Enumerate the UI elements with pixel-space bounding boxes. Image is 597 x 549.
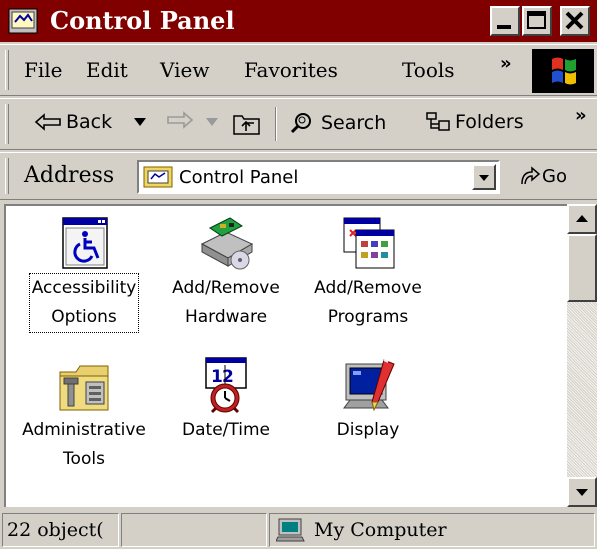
address-bar-grip[interactable] [5, 158, 9, 194]
address-bar: Address Control Panel Go [0, 152, 597, 200]
scroll-down-button[interactable] [567, 477, 597, 507]
menu-edit[interactable]: Edit [86, 58, 128, 82]
item-label: Accessibility Options [28, 273, 140, 333]
item-add-remove-hardware[interactable]: Add/Remove Hardware [156, 214, 296, 332]
back-label: Back [66, 111, 113, 133]
up-folder-icon [233, 115, 260, 135]
up-arrow-icon [576, 215, 588, 222]
add-remove-programs-icon [343, 217, 395, 269]
item-label: Add/Remove Hardware [172, 278, 280, 327]
display-icon [343, 359, 395, 412]
forward-arrow-icon [167, 111, 194, 129]
my-computer-icon [276, 518, 305, 542]
toolbar-separator [275, 107, 277, 141]
folders-label: Folders [455, 111, 524, 133]
status-zone: My Computer [269, 513, 595, 547]
minimize-icon [497, 25, 511, 29]
status-bar: 22 object( My Computer [0, 509, 597, 549]
menu-bar-grip[interactable] [5, 50, 9, 90]
accessibility-options-icon [62, 217, 108, 269]
scroll-up-button[interactable] [567, 204, 597, 234]
address-field[interactable]: Control Panel [137, 160, 500, 194]
menu-view[interactable]: View [160, 58, 209, 82]
toolbar-grip[interactable] [5, 104, 9, 144]
item-date-time[interactable]: 1 2 Date/Time [156, 356, 296, 445]
windows-flag-icon [552, 57, 576, 85]
address-dropdown-button[interactable] [472, 164, 496, 190]
menu-file[interactable]: File [24, 58, 63, 82]
item-display[interactable]: Display [298, 356, 438, 445]
item-add-remove-programs[interactable]: Add/Remove Programs [298, 214, 438, 332]
menu-tools[interactable]: Tools [402, 58, 455, 82]
maximize-icon [527, 11, 546, 29]
status-object-count: 22 object( [2, 513, 119, 547]
dropdown-arrow-icon [479, 175, 489, 181]
menu-more-chevron[interactable]: » [500, 53, 512, 74]
menu-bar: File Edit View Favorites Tools » [0, 44, 597, 96]
item-label: Add/Remove Programs [314, 278, 422, 327]
close-button[interactable] [560, 6, 590, 36]
go-label: Go [542, 165, 567, 187]
go-arrow-icon [521, 166, 541, 185]
control-panel-folder-icon [143, 166, 173, 188]
item-label: Display [336, 420, 400, 440]
control-panel-icon [8, 8, 38, 34]
go-button[interactable]: Go [518, 164, 567, 188]
window-title: Control Panel [50, 6, 235, 35]
windows-logo [532, 49, 594, 93]
forward-button[interactable] [166, 111, 198, 129]
administrative-tools-icon [59, 365, 109, 411]
back-button[interactable]: Back [34, 111, 112, 133]
search-icon [290, 113, 311, 134]
address-value: Control Panel [179, 167, 299, 188]
status-zone-text: My Computer [314, 519, 447, 541]
item-label: Date/Time [182, 420, 270, 440]
item-accessibility-options[interactable]: Accessibility Options [14, 214, 154, 333]
status-panel-empty [121, 513, 267, 547]
back-dropdown[interactable] [133, 117, 151, 127]
date-time-icon: 1 2 [205, 357, 247, 414]
scroll-thumb[interactable] [567, 234, 597, 302]
item-administrative-tools[interactable]: Administrative Tools [14, 356, 154, 474]
close-icon [565, 11, 584, 30]
title-bar[interactable]: Control Panel [0, 0, 597, 42]
search-label: Search [321, 112, 387, 134]
up-folder-button[interactable] [232, 110, 266, 136]
folders-button[interactable]: Folders [425, 111, 524, 133]
minimize-button[interactable] [490, 6, 520, 36]
file-list-view[interactable]: Accessibility Options Add/Remove Hardwar… [4, 204, 597, 507]
toolbar-more-chevron[interactable]: » [575, 105, 587, 126]
item-label: Administrative Tools [22, 420, 146, 469]
dropdown-arrow-icon [134, 118, 146, 126]
maximize-button[interactable] [522, 6, 552, 36]
back-arrow-icon [34, 113, 61, 131]
search-button[interactable]: Search [289, 111, 386, 135]
forward-dropdown[interactable] [205, 117, 223, 127]
status-object-count-text: 22 object( [7, 519, 104, 541]
folders-icon [426, 112, 450, 131]
down-arrow-icon [576, 489, 588, 496]
address-label: Address [24, 163, 115, 188]
menu-favorites[interactable]: Favorites [244, 58, 338, 82]
vertical-scrollbar[interactable] [567, 204, 597, 507]
standard-toolbar: Back Search Folders » [0, 98, 597, 150]
dropdown-arrow-icon [206, 118, 218, 126]
add-remove-hardware-icon [200, 217, 254, 270]
